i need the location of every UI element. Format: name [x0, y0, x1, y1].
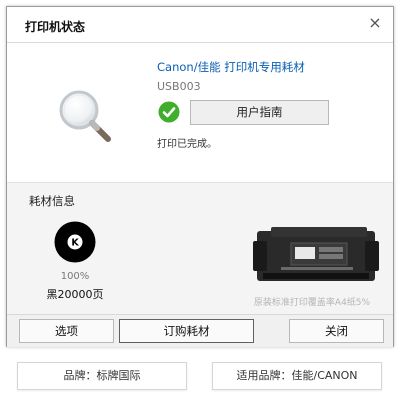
magnifier-icon [59, 90, 111, 142]
toner-cartridge-image [253, 227, 379, 281]
compatible-brand-tag: 适用品牌：佳能/CANON [212, 362, 382, 390]
black-toner-icon: K [54, 221, 96, 263]
order-supplies-button[interactable]: 订购耗材 [119, 319, 254, 343]
toner-name: 黑20000页 [46, 288, 104, 301]
supplies-heading: 耗材信息 [29, 194, 75, 208]
status-pane: Canon/佳能 打印机专用耗材 USB003 用户指南 打印已完成。 [7, 44, 393, 182]
toner-icon-letter: K [71, 238, 79, 249]
options-button[interactable]: 选项 [19, 319, 114, 343]
close-icon[interactable]: × [367, 15, 383, 31]
printer-status-dialog: 打印机状态 × Canon/佳能 打印机专用耗材 USB003 用户指南 打印已… [6, 6, 394, 347]
check-icon [158, 101, 180, 123]
product-link[interactable]: Canon/佳能 打印机专用耗材 [157, 59, 305, 75]
window-title: 打印机状态 [25, 20, 86, 34]
port-label: USB003 [157, 80, 201, 93]
print-status-message: 打印已完成。 [157, 139, 217, 150]
supplies-pane: 耗材信息 K 100% 黑20000页 原装标准打印覆盖率A4纸5% [7, 182, 393, 314]
cartridge-caption: 原装标准打印覆盖率A4纸5% [253, 298, 371, 308]
brand-tag: 品牌：标牌国际 [17, 362, 187, 390]
title-bar: 打印机状态 × [7, 7, 393, 43]
user-guide-button[interactable]: 用户指南 [190, 100, 329, 125]
toner-level-percent: 100% [60, 271, 90, 282]
close-button[interactable]: 关闭 [289, 319, 384, 343]
button-bar: 选项 订购耗材 关闭 [7, 314, 393, 347]
